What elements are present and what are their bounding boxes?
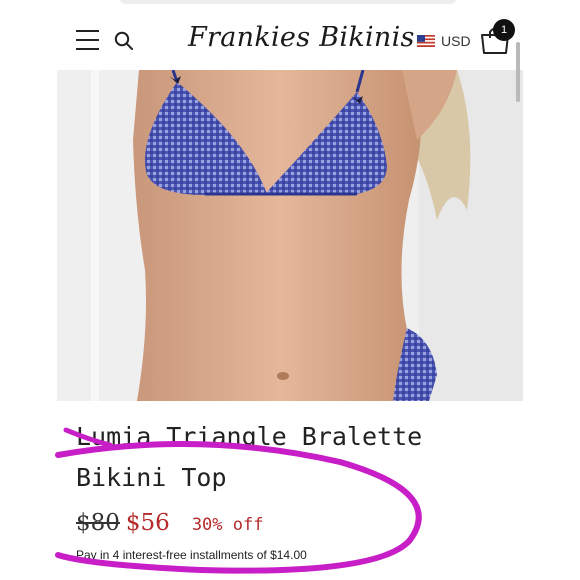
cart-count-badge: 1 — [493, 19, 515, 41]
original-price: $80 — [76, 510, 120, 536]
currency-selector[interactable]: USD — [417, 31, 471, 51]
product-title: Lumia Triangle Bralette Bikini Top — [76, 416, 516, 498]
scrollbar[interactable] — [516, 42, 520, 102]
site-logo[interactable]: Frankies Bikinis — [188, 18, 414, 58]
us-flag-icon — [417, 35, 435, 47]
discount-badge: 30% off — [191, 515, 264, 535]
currency-label: USD — [441, 33, 471, 49]
product-title-line-2: Bikini Top — [76, 463, 227, 492]
sale-price: $56 — [125, 510, 170, 536]
product-title-line-1: Lumia Triangle Bralette — [76, 422, 423, 451]
price-row: $80 $56 30% off — [76, 510, 263, 536]
hamburger-menu-icon[interactable] — [76, 30, 99, 50]
search-icon[interactable] — [114, 31, 134, 51]
site-header: Frankies Bikinis USD 1 — [0, 0, 580, 70]
product-image[interactable] — [57, 70, 523, 401]
installments-text[interactable]: Pay in 4 interest-free installments of $… — [76, 548, 326, 564]
